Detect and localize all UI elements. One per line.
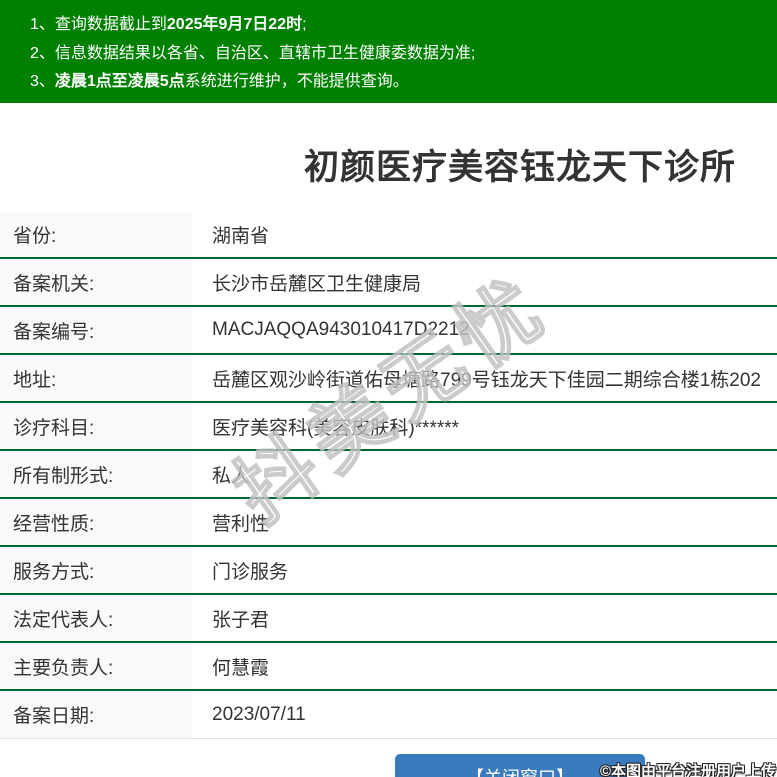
notice-text: 2025年9月7日22时	[166, 16, 303, 33]
row-value: 私人	[212, 465, 251, 487]
record-table: 省份: 湖南省 备案机关: 长沙市岳麓区卫生健康局 备案编号: MACJAQQA94301…	[0, 211, 777, 739]
row-value: 医疗美容科(美容皮肤科)******	[212, 417, 460, 439]
notice-line: 1、查询数据截止到2025年9月7日22时;	[30, 11, 777, 40]
notice-text: 凌晨1点至凌晨5点	[54, 73, 185, 90]
row-label: 诊疗科目:	[0, 403, 192, 449]
notice-list: 1、查询数据截止到2025年9月7日22时; 2、信息数据结果以各省、自治区、直辖…	[30, 11, 777, 97]
page-title: 初颜医疗美容钰龙天下诊所	[303, 148, 736, 187]
row-label: 服务方式:	[0, 547, 192, 593]
table-row: 所有制形式: 私人	[0, 451, 777, 499]
row-value: MACJAQQA943010417D2212	[212, 319, 470, 340]
table-row: 备案编号: MACJAQQA943010417D2212	[0, 307, 777, 355]
table-row: 备案日期: 2023/07/11	[0, 691, 777, 739]
table-row: 服务方式: 门诊服务	[0, 547, 777, 595]
notice-line: 2、信息数据结果以各省、自治区、直辖市卫生健康委数据为准;	[30, 40, 777, 69]
table-row: 诊疗科目: 医疗美容科(美容皮肤科)******	[0, 403, 777, 451]
page-canvas: 1、查询数据截止到2025年9月7日22时; 2、信息数据结果以各省、自治区、直辖…	[0, 0, 777, 777]
row-value: 岳麓区观沙岭街道佑母塘路799号钰龙天下佳园二期综合楼1栋202	[212, 369, 761, 391]
row-value: 湖南省	[212, 225, 270, 247]
notice-text: ;	[302, 16, 307, 33]
copyright-watermark: ©本图由平台注册用户上传	[599, 763, 776, 777]
table-row: 省份: 湖南省	[0, 211, 777, 259]
notice-text: 3、	[30, 73, 55, 90]
row-label: 经营性质:	[0, 499, 192, 545]
row-label: 所有制形式:	[0, 451, 192, 497]
notice-text: 2、信息数据结果以各省、自治区、直辖市卫生健康委数据为准;	[30, 44, 476, 62]
row-value: 张子君	[212, 609, 270, 631]
table-row: 经营性质: 营利性	[0, 499, 777, 547]
row-label: 地址:	[0, 355, 192, 401]
row-label: 备案日期:	[0, 691, 192, 738]
table-row: 法定代表人: 张子君	[0, 595, 777, 643]
row-label: 备案机关:	[0, 259, 192, 305]
row-label: 省份:	[0, 211, 192, 257]
notice-text: 系统进行维护，不能提供查询。	[184, 73, 409, 90]
table-row: 地址: 岳麓区观沙岭街道佑母塘路799号钰龙天下佳园二期综合楼1栋202	[0, 355, 777, 403]
row-value: 门诊服务	[212, 561, 289, 583]
table-row: 备案机关: 长沙市岳麓区卫生健康局	[0, 259, 777, 307]
row-value: 营利性	[212, 513, 270, 535]
notice-line: 3、凌晨1点至凌晨5点系统进行维护，不能提供查询。	[30, 68, 777, 97]
row-value: 2023/07/11	[212, 703, 306, 725]
row-value: 何慧霞	[212, 657, 270, 679]
row-value: 长沙市岳麓区卫生健康局	[212, 273, 422, 295]
row-label: 法定代表人:	[0, 595, 192, 641]
row-label: 备案编号:	[0, 307, 192, 353]
row-label: 主要负责人:	[0, 643, 192, 689]
notice-text: 1、查询数据截止到	[30, 16, 167, 33]
notice-banner: 1、查询数据截止到2025年9月7日22时; 2、信息数据结果以各省、自治区、直辖…	[0, 0, 777, 103]
table-row: 主要负责人: 何慧霞	[0, 643, 777, 691]
page-viewport: 1、查询数据截止到2025年9月7日22时; 2、信息数据结果以各省、自治区、直辖…	[0, 0, 777, 777]
